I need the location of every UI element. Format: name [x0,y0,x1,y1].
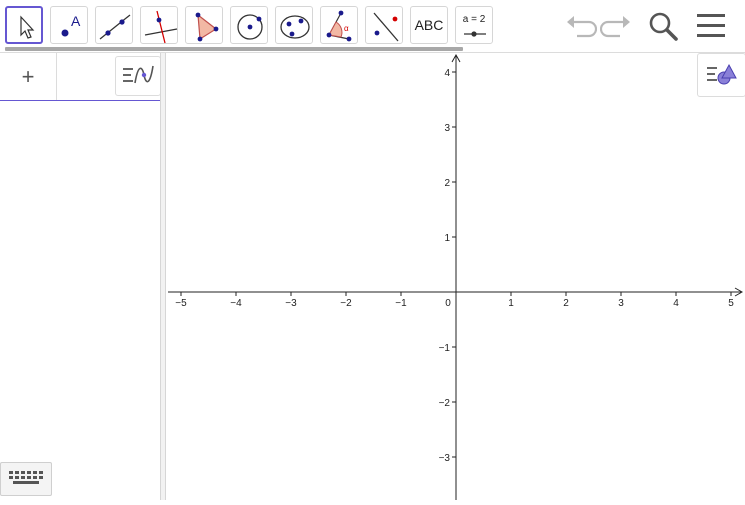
algebra-view: + [0,53,161,500]
point-tool-button[interactable]: A [50,6,88,44]
y-tick-label: 3 [444,123,450,134]
line-tool-button[interactable] [95,6,133,44]
x-tick-label: 0 [445,298,451,309]
graphics-view[interactable]: −5 −4 −3 −2 −1 0 1 2 3 4 5 4 3 2 1 −1 −2 −3 [166,53,745,500]
circle-center-point-icon [237,14,263,40]
algebra-style-bar-button[interactable] [115,56,161,96]
pointer-arrow-icon [20,15,35,39]
undo-icon [567,16,598,38]
menu-button[interactable] [695,10,729,47]
graphics-style-icon [707,63,737,85]
move-tool-button[interactable] [5,6,43,44]
search-button[interactable] [647,10,681,47]
perpendicular-line-icon [144,10,178,44]
y-tick-label: −3 [439,453,451,464]
y-tick-label: −2 [439,398,451,409]
x-tick-label: −3 [285,298,297,309]
line-through-points-icon [99,14,131,40]
reflect-tool-button[interactable] [365,6,403,44]
search-icon [649,12,678,41]
y-tick-label: −1 [439,343,451,354]
add-input-button[interactable]: + [0,53,57,100]
polygon-icon [195,12,219,42]
x-tick-label: 3 [618,298,624,309]
x-tick-label: −2 [340,298,352,309]
circle-tool-button[interactable] [230,6,268,44]
x-tick-label: 1 [508,298,514,309]
x-tick-label: −4 [230,298,242,309]
point-label: A [71,13,81,29]
toolbar: A α ABC a = 2 [0,0,745,53]
angle-label: α [344,24,349,33]
x-tick-label: 4 [673,298,679,309]
algebra-input-row: + [0,53,161,101]
slider-tool-button[interactable]: a = 2 [455,6,493,44]
polygon-tool-button[interactable] [185,6,223,44]
redo-button[interactable] [599,10,634,47]
text-tool-button[interactable]: ABC [410,6,448,44]
keyboard-icon [9,471,43,484]
y-tick-label: 1 [444,233,450,244]
angle-tool-button[interactable]: α [320,6,358,44]
point-icon: A [61,13,81,37]
perpendicular-line-tool-button[interactable] [140,6,178,44]
text-icon: ABC [414,17,444,33]
x-tick-label: −5 [175,298,187,309]
x-tick-label: −1 [395,298,407,309]
reflect-about-line-icon [373,12,399,42]
algebra-style-icon [123,65,154,84]
redo-icon [599,16,630,38]
coordinate-axes: −5 −4 −3 −2 −1 0 1 2 3 4 5 4 3 2 1 −1 −2 −3 [168,53,744,500]
angle-icon: α [326,10,352,42]
x-tick-label: 2 [563,298,569,309]
toolbar-scrollbar[interactable] [5,47,463,51]
graphics-style-bar-button[interactable] [697,53,745,97]
ellipse-tool-button[interactable] [275,6,313,44]
ellipse-icon [280,15,310,39]
y-tick-label: 4 [444,68,450,79]
y-tick-label: 2 [444,178,450,189]
keyboard-button[interactable] [0,462,52,496]
undo-button[interactable] [563,10,598,47]
x-tick-label: 5 [728,298,734,309]
slider-icon [464,31,486,37]
menu-icon [697,14,725,37]
